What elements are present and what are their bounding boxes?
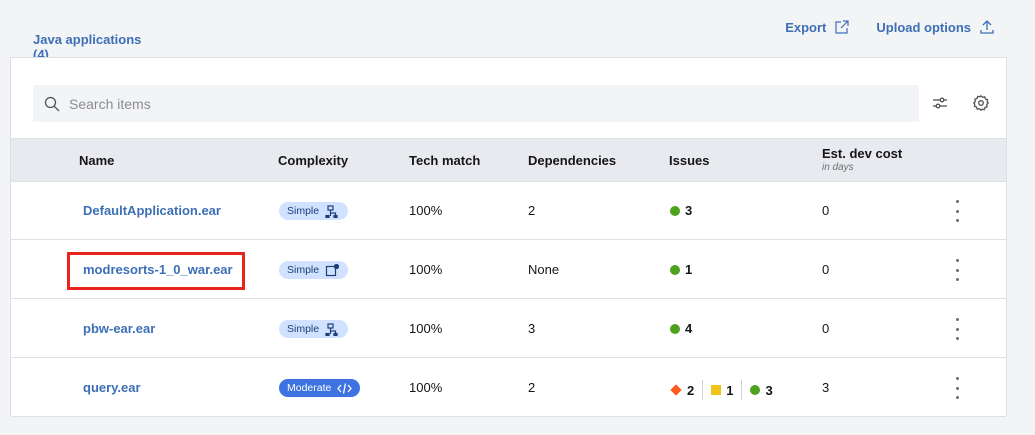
column-est-dev-cost-unit: in days [822, 162, 854, 173]
issue-count-label: 4 [685, 321, 693, 336]
complexity-cell: Simple [279, 320, 349, 338]
column-tech-match[interactable]: Tech match [409, 153, 480, 168]
dependencies-value: 3 [528, 321, 536, 336]
issue-count-label: 2 [687, 382, 695, 398]
issue-divider [702, 380, 704, 400]
dependencies-value: 2 [528, 380, 536, 395]
column-complexity[interactable]: Complexity [278, 153, 348, 168]
issue-divider [741, 380, 743, 400]
overflow-menu-icon[interactable] [948, 200, 966, 222]
tech-match-value: 100% [409, 321, 443, 336]
tech-match-value: 100% [409, 262, 443, 277]
complexity-label: Simple [287, 264, 320, 276]
issue-green-count: 3 [750, 382, 773, 398]
issue-count-label: 3 [765, 382, 773, 398]
complexity-tag: Simple [279, 320, 349, 338]
app-name-link[interactable]: modresorts-1_0_war.ear [83, 262, 233, 277]
applications-panel: Name Complexity Tech match Dependencies … [10, 57, 1007, 417]
settings-gear-icon[interactable] [972, 94, 990, 112]
search-bar [33, 85, 919, 122]
table-row: pbw-ear.ear Simple 100% 3 4 0 [11, 300, 1006, 358]
overflow-menu-icon[interactable] [948, 318, 966, 340]
issue-count-label: 1 [726, 382, 734, 398]
issue-green-count: 3 [670, 203, 692, 218]
overflow-menu-icon[interactable] [948, 377, 966, 399]
complexity-tag: Simple [279, 261, 349, 279]
issue-warning-count: 1 [711, 383, 733, 398]
column-issues[interactable]: Issues [669, 153, 709, 168]
critical-diamond-icon [670, 384, 682, 396]
issues-cell: 2 1 3 [670, 380, 773, 400]
export-button[interactable]: Export [785, 19, 850, 35]
complexity-cell: Simple [279, 261, 349, 279]
cost-value: 0 [822, 203, 830, 218]
issue-count-label: 1 [685, 262, 693, 277]
complexity-tag: Moderate [279, 379, 361, 397]
complexity-label: Simple [287, 205, 320, 217]
complexity-cell: Simple [279, 202, 349, 220]
table-row: query.ear Moderate 100% 2 2 1 3 3 [11, 359, 1006, 417]
export-label: Export [785, 19, 827, 35]
green-dot-icon [670, 323, 680, 334]
cost-value: 0 [822, 262, 830, 277]
warning-square-icon [711, 385, 722, 395]
complexity-cell: Moderate [279, 379, 361, 397]
issue-critical-count: 2 [670, 383, 694, 398]
column-dependencies[interactable]: Dependencies [528, 153, 616, 168]
issue-count-label: 3 [685, 203, 693, 218]
dependencies-value: 2 [528, 203, 536, 218]
search-icon [44, 96, 60, 111]
issues-cell: 4 [670, 321, 692, 336]
app-name-link[interactable]: DefaultApplication.ear [83, 203, 221, 218]
green-dot-icon [670, 264, 680, 275]
table-header: Name Complexity Tech match Dependencies … [11, 138, 1006, 182]
search-input[interactable] [69, 95, 869, 112]
app-name-link[interactable]: pbw-ear.ear [83, 321, 155, 336]
launch-badge-icon [326, 263, 340, 276]
top-actions: Export Upload options [785, 19, 995, 35]
flow-icon [325, 204, 338, 218]
tab-java-applications[interactable]: Java applications (4) [30, 19, 157, 62]
cost-value: 0 [822, 321, 830, 336]
table-row: DefaultApplication.ear Simple 100% 2 3 0 [11, 182, 1006, 240]
tech-match-value: 100% [409, 380, 443, 395]
issues-cell: 1 [670, 262, 692, 277]
column-est-dev-cost[interactable]: Est. dev cost in days [822, 146, 902, 173]
tech-match-value: 100% [409, 203, 443, 218]
green-dot-icon [670, 205, 680, 216]
issue-green-count: 4 [670, 321, 692, 336]
issue-green-count: 1 [670, 262, 692, 277]
column-est-dev-cost-label: Est. dev cost [822, 146, 903, 161]
overflow-menu-icon[interactable] [948, 259, 966, 281]
code-icon [337, 382, 353, 394]
column-name[interactable]: Name [79, 153, 114, 168]
launch-icon [835, 20, 849, 34]
upload-icon [980, 20, 994, 34]
complexity-tag: Simple [279, 202, 349, 220]
complexity-label: Simple [287, 323, 320, 335]
cost-value: 3 [822, 380, 830, 395]
flow-icon [325, 322, 338, 336]
filter-sliders-icon[interactable] [931, 94, 949, 112]
green-dot-icon [750, 385, 761, 395]
table-row: modresorts-1_0_war.ear Simple 100% None … [11, 241, 1006, 299]
app-name-link[interactable]: query.ear [83, 380, 141, 395]
complexity-label: Moderate [287, 382, 332, 394]
upload-options-button[interactable]: Upload options [876, 19, 995, 35]
dependencies-value: None [528, 262, 560, 277]
issues-cell: 3 [670, 203, 692, 218]
upload-options-label: Upload options [876, 19, 971, 35]
